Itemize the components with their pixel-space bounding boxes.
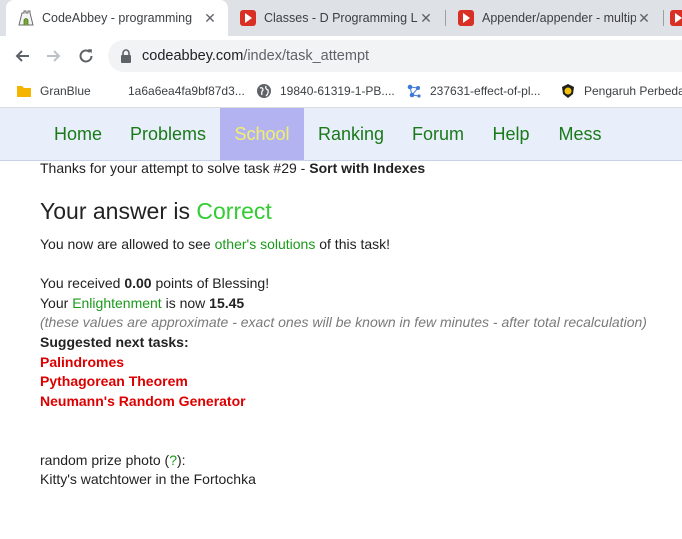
allowed-suffix: of this task! (315, 236, 391, 252)
site-navigation: Home Problems School Ranking Forum Help … (0, 108, 682, 161)
nav-mess[interactable]: Mess (550, 108, 610, 160)
video-favicon-icon (458, 10, 474, 26)
suggested-heading: Suggested next tasks: (40, 334, 189, 350)
prize-prefix: random prize photo ( (40, 452, 170, 468)
tab-close-icon[interactable]: ✕ (418, 10, 434, 27)
tab-codeabbey[interactable]: CodeAbbey - programming ✕ (6, 0, 228, 36)
nav-label: Forum (411, 123, 464, 144)
task-name: Sort with Indexes (309, 160, 426, 176)
lock-icon (121, 49, 131, 63)
globe-icon (257, 84, 271, 98)
nav-label: Ranking (317, 123, 385, 144)
folder-icon (17, 86, 31, 97)
blessing-suffix: points of Blessing! (151, 275, 270, 291)
forward-arrow-icon[interactable] (40, 42, 68, 70)
bookmark-label: Pengaruh Perbedaa (584, 84, 682, 98)
url-text: codeabbey.com/index/task_attempt (142, 48, 369, 64)
prize-help-link[interactable]: ? (169, 452, 177, 468)
bookmark-237631[interactable]: 237631-effect-of-pl... (406, 81, 541, 101)
tab-classes-d-programming[interactable]: Classes - D Programming La ✕ (228, 0, 444, 36)
tab-close-icon[interactable]: ✕ (636, 10, 652, 27)
enlightenment-value: 15.45 (209, 295, 245, 311)
thanks-text: Thanks for your attempt to solve task #2… (40, 160, 310, 176)
video-favicon-icon (670, 10, 682, 26)
enlightenment-line: Your Enlightenment is now 15.45 (40, 295, 244, 311)
enlightenment-link[interactable]: Enlightenment (72, 295, 162, 311)
thanks-line: Thanks for your attempt to solve task #2… (40, 160, 425, 176)
answer-heading: Your answer is Correct (40, 198, 272, 225)
nav-label: Problems (129, 123, 207, 144)
tab-title: Appender/appender - multip (482, 11, 636, 25)
browser-tab-strip: CodeAbbey - programming ✕ Classes - D Pr… (0, 0, 682, 36)
blank-page-icon (104, 83, 120, 99)
allowed-prefix: You now are allowed to see (40, 236, 215, 252)
prize-photo-line: random prize photo (?): (40, 452, 186, 468)
nav-ranking[interactable]: Ranking (310, 108, 392, 160)
tab-appender[interactable]: Appender/appender - multip ✕ (446, 0, 662, 36)
nav-label: Help (492, 123, 530, 144)
url-host: codeabbey.com (142, 48, 244, 64)
reload-icon[interactable] (72, 42, 100, 70)
bookmark-pengaruh[interactable]: Pengaruh Perbedaa (560, 81, 682, 101)
back-arrow-icon[interactable] (8, 42, 36, 70)
nav-school[interactable]: School (220, 108, 304, 160)
others-solutions-link[interactable]: other's solutions (215, 236, 316, 252)
prize-caption: Kitty's watchtower in the Fortochka (40, 471, 256, 487)
suggested-task-link[interactable]: Palindromes (40, 354, 124, 370)
bookmark-granblue[interactable]: GranBlue (16, 81, 91, 101)
bookmarks-bar: GranBlue 1a6a6ea4fa9bf87d3... 19840-6131… (0, 76, 682, 108)
bookmark-label: GranBlue (40, 84, 91, 98)
suggested-task-link[interactable]: Pythagorean Theorem (40, 373, 188, 389)
nav-help[interactable]: Help (484, 108, 538, 160)
blessing-prefix: You received (40, 275, 125, 291)
bookmark-label: 19840-61319-1-PB.... (280, 84, 395, 98)
allowed-line: You now are allowed to see other's solut… (40, 236, 390, 252)
prize-suffix: ): (176, 452, 186, 468)
approx-note: (these values are approximate - exact on… (40, 314, 647, 330)
nav-label: School (234, 123, 290, 144)
tab-partial[interactable] (664, 0, 682, 36)
answer-result: Correct (196, 198, 272, 224)
enlight-prefix: Your (40, 295, 73, 311)
browser-toolbar: codeabbey.com/index/task_attempt (0, 36, 682, 76)
nav-problems[interactable]: Problems (122, 108, 214, 160)
url-path: /index/task_attempt (243, 48, 370, 64)
tab-close-icon[interactable]: ✕ (202, 10, 218, 27)
nav-label: Home (53, 123, 102, 144)
emblem-icon (562, 84, 574, 98)
bookmark-label: 1a6a6ea4fa9bf87d3... (128, 84, 245, 98)
bookmark-label: 237631-effect-of-pl... (430, 84, 541, 98)
bookmark-19840[interactable]: 19840-61319-1-PB.... (256, 81, 395, 101)
bookmark-hash[interactable]: 1a6a6ea4fa9bf87d3... (104, 81, 245, 101)
nav-forum[interactable]: Forum (404, 108, 472, 160)
suggested-task-link[interactable]: Neumann's Random Generator (40, 393, 246, 409)
blessing-line: You received 0.00 points of Blessing! (40, 275, 269, 291)
tab-title: Classes - D Programming La (264, 11, 418, 25)
nav-home[interactable]: Home (40, 108, 116, 160)
tab-title: CodeAbbey - programming (42, 11, 193, 25)
enlight-middle: is now (161, 295, 210, 311)
answer-prefix: Your answer is (40, 198, 197, 224)
blessing-points: 0.00 (124, 275, 152, 291)
codeabbey-favicon-icon (18, 10, 34, 26)
video-favicon-icon (240, 10, 256, 26)
network-icon (407, 84, 421, 98)
address-bar[interactable]: codeabbey.com/index/task_attempt (108, 40, 682, 72)
nav-label: Mess (558, 123, 602, 144)
